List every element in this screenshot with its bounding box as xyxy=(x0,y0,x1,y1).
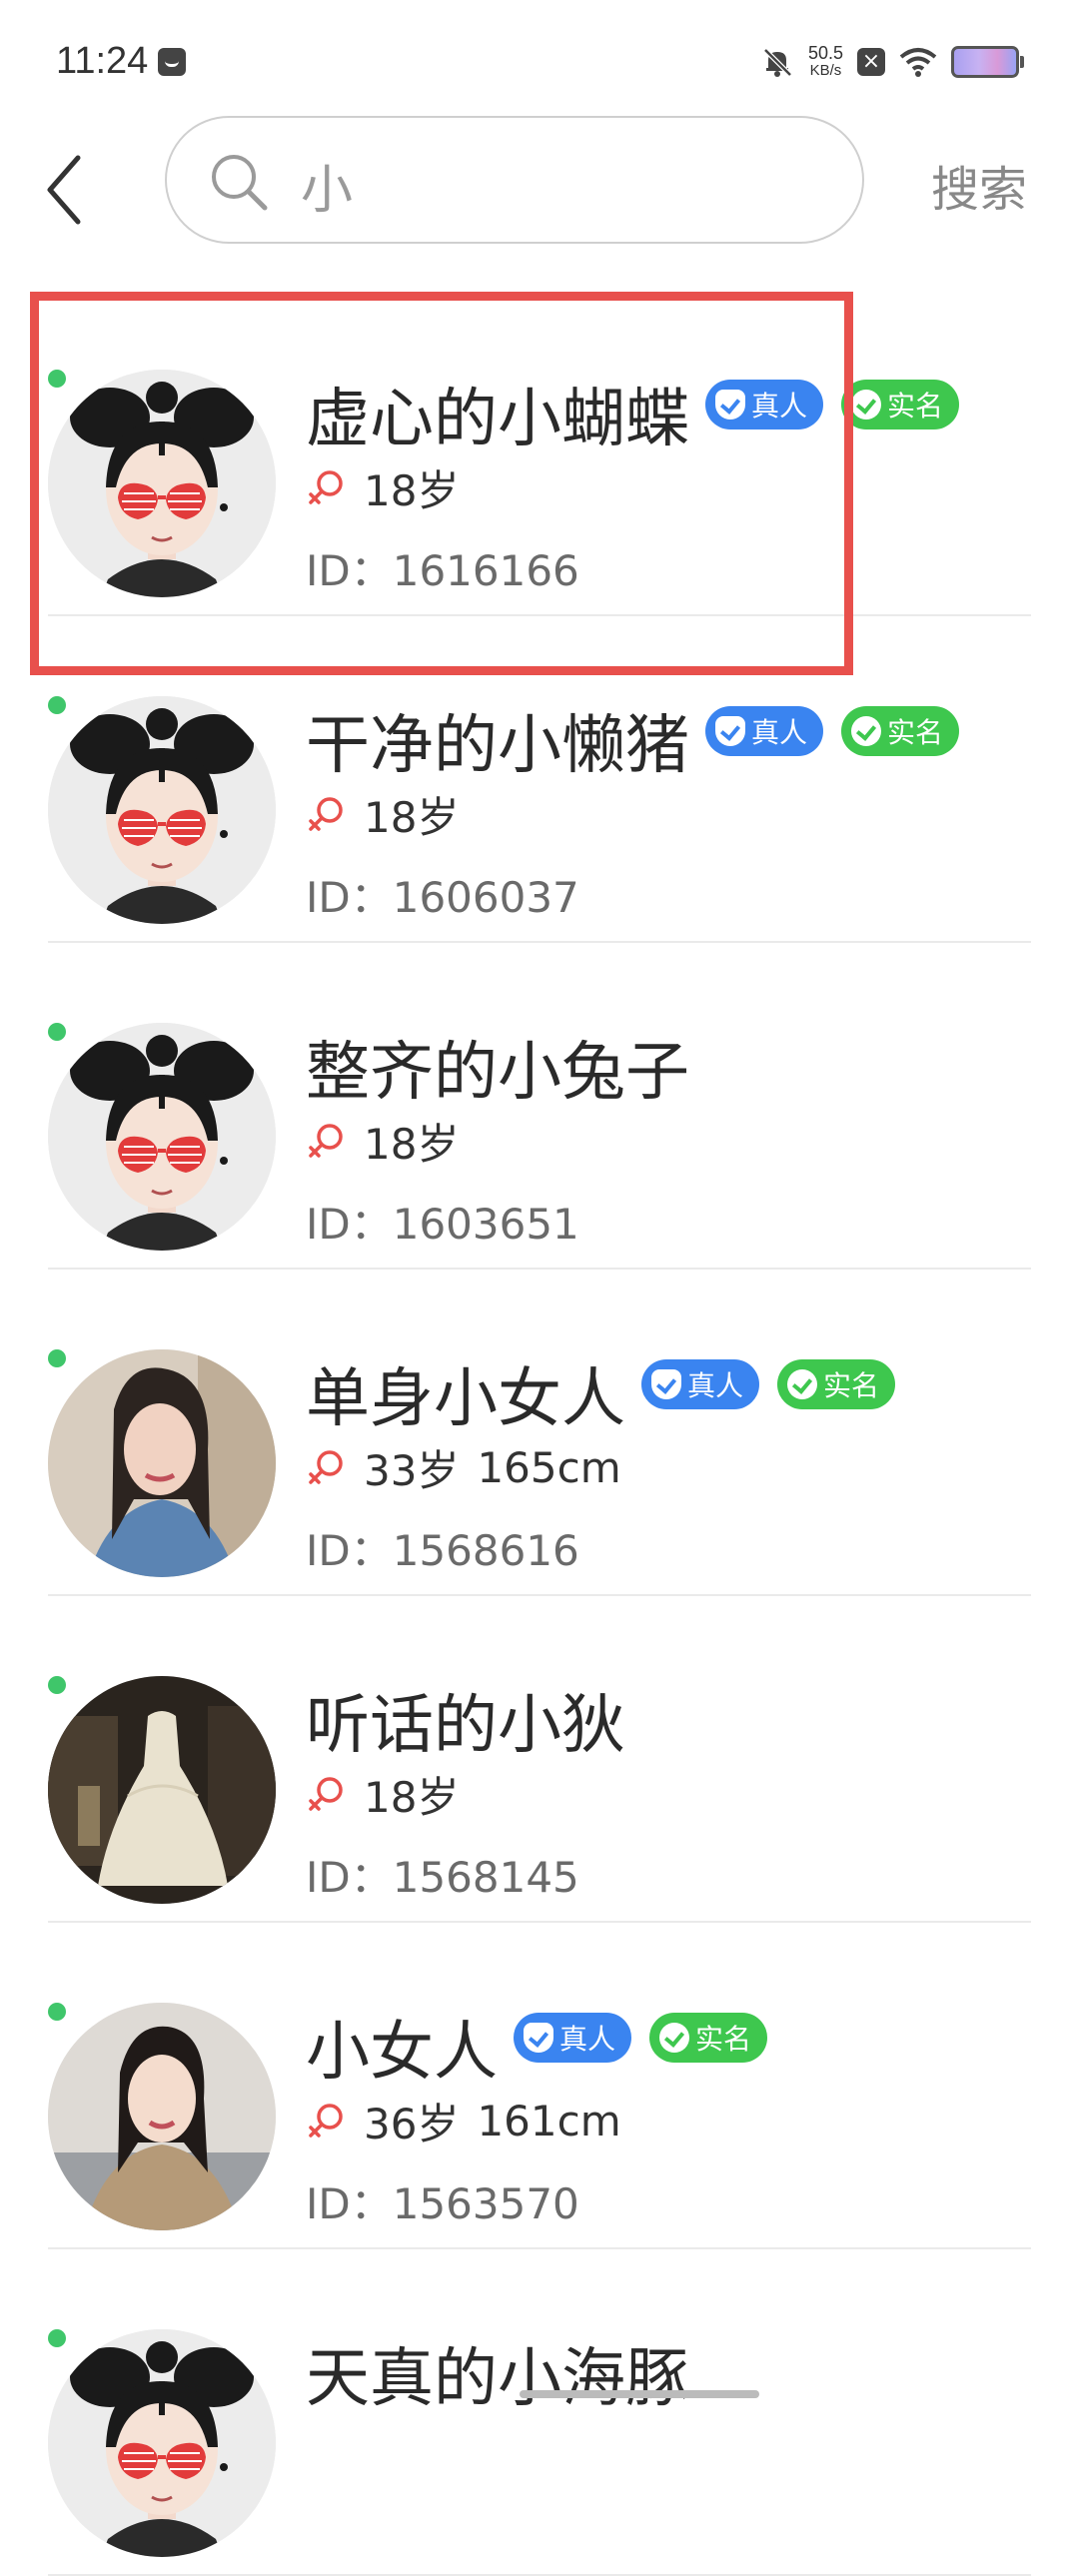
female-icon xyxy=(309,2103,343,2138)
real-person-badge: 真人 xyxy=(514,2013,632,2063)
real-name-badge: 实名 xyxy=(841,380,960,429)
user-age: 18岁 xyxy=(364,1120,460,1169)
real-person-badge: 真人 xyxy=(641,1359,760,1409)
user-id: ID：1568145 xyxy=(306,1853,579,1902)
search-query-text: 小 xyxy=(301,161,354,221)
status-icons: 50.5 KB/s × xyxy=(760,40,1024,84)
verified-check-icon xyxy=(851,390,882,420)
list-item[interactable]: 天真的小海豚 xyxy=(0,2249,1079,2576)
home-indicator[interactable] xyxy=(520,2390,759,2398)
online-status-dot xyxy=(48,2003,66,2021)
avatar[interactable] xyxy=(48,1023,276,1251)
list-item[interactable]: 听话的小狄 18岁 ID：1568145 xyxy=(0,1596,1079,1923)
search-input[interactable]: 小 xyxy=(165,116,864,244)
online-status-dot xyxy=(48,696,66,714)
badge-label: 实名 xyxy=(823,1369,880,1402)
user-info: 36岁 161cm xyxy=(306,2091,621,2151)
avatar[interactable] xyxy=(48,696,276,924)
user-name: 天真的小海豚 xyxy=(306,2342,689,2416)
female-icon xyxy=(309,796,343,831)
user-age: 36岁 xyxy=(364,2100,460,2148)
user-info: 33岁 165cm xyxy=(306,1437,621,1498)
user-name: 听话的小狄 xyxy=(306,1689,625,1763)
list-item[interactable]: 整齐的小兔子 18岁 ID：1603651 xyxy=(0,943,1079,1270)
message-notification-icon xyxy=(158,48,186,76)
user-id: ID：1568616 xyxy=(306,1526,579,1575)
verification-badges: 真人 实名 xyxy=(705,706,960,756)
verification-badges: 真人 实名 xyxy=(641,1359,896,1409)
user-info: 18岁 xyxy=(306,784,477,845)
verified-check-icon xyxy=(659,2023,690,2053)
female-icon xyxy=(309,1449,343,1484)
mute-bell-icon xyxy=(763,48,792,77)
online-status-dot xyxy=(48,2329,66,2347)
badge-label: 实名 xyxy=(887,390,944,423)
badge-label: 实名 xyxy=(887,716,944,749)
real-name-badge: 实名 xyxy=(777,1359,896,1409)
online-status-dot xyxy=(48,1023,66,1041)
avatar[interactable] xyxy=(48,2003,276,2230)
status-time: 11:24 xyxy=(56,40,149,82)
real-name-badge: 实名 xyxy=(841,706,960,756)
user-id: ID：1606037 xyxy=(306,873,579,922)
user-info: 18岁 xyxy=(306,1764,477,1825)
badge-label: 真人 xyxy=(687,1369,744,1402)
user-id: ID：1603651 xyxy=(306,1200,579,1249)
status-bar: 11:24 50.5 KB/s × xyxy=(0,0,1079,110)
search-button[interactable]: 搜索 xyxy=(931,150,1027,220)
avatar[interactable] xyxy=(48,1349,276,1577)
search-icon xyxy=(212,155,268,211)
avatar[interactable] xyxy=(48,1676,276,1904)
user-age: 18岁 xyxy=(364,793,460,842)
verified-check-icon xyxy=(787,1369,818,1399)
shield-check-icon xyxy=(524,2023,553,2053)
network-speed-value: 50.5 xyxy=(807,43,843,63)
badge-label: 真人 xyxy=(751,716,808,749)
badge-label: 真人 xyxy=(559,2023,616,2056)
real-name-badge: 实名 xyxy=(649,2013,768,2063)
battery-icon xyxy=(951,46,1024,78)
verification-badges: 真人 实名 xyxy=(514,2013,768,2063)
avatar[interactable] xyxy=(48,2329,276,2557)
list-item[interactable]: 小女人 真人 实名 36岁 161cm ID：1563570 xyxy=(0,1923,1079,2249)
user-name: 小女人 xyxy=(306,2016,498,2090)
female-icon xyxy=(309,1123,343,1158)
shield-check-icon xyxy=(651,1369,681,1399)
user-name: 单身小女人 xyxy=(306,1362,625,1436)
selection-highlight-box xyxy=(30,292,853,675)
user-name: 干净的小懒猪 xyxy=(306,709,689,783)
real-person-badge: 真人 xyxy=(705,706,824,756)
user-info: 18岁 xyxy=(306,1111,477,1172)
search-header: 小 搜索 xyxy=(0,110,1079,260)
user-name: 整齐的小兔子 xyxy=(306,1036,689,1110)
user-height: 161cm xyxy=(477,2097,621,2146)
user-id: ID：1563570 xyxy=(306,2179,579,2228)
network-speed: 50.5 KB/s xyxy=(808,44,843,80)
online-status-dot xyxy=(48,1676,66,1694)
no-sim-icon: × xyxy=(857,48,885,76)
user-age: 33岁 xyxy=(364,1446,460,1495)
network-speed-unit: KB/s xyxy=(809,62,842,79)
verified-check-icon xyxy=(851,716,882,746)
user-age: 18岁 xyxy=(364,1773,460,1822)
user-height: 165cm xyxy=(477,1443,621,1492)
badge-label: 实名 xyxy=(695,2023,752,2056)
list-item[interactable]: 单身小女人 真人 实名 33岁 165cm ID：1568616 xyxy=(0,1270,1079,1596)
back-arrow-icon[interactable] xyxy=(40,150,100,230)
wifi-icon xyxy=(899,48,937,77)
female-icon xyxy=(309,1776,343,1811)
online-status-dot xyxy=(48,1349,66,1367)
shield-check-icon xyxy=(715,716,745,746)
